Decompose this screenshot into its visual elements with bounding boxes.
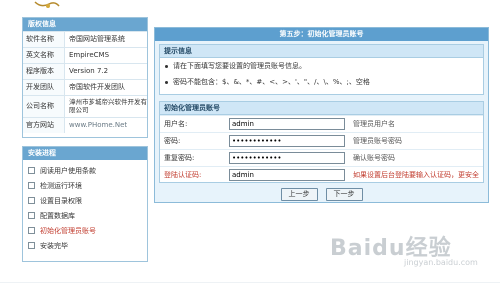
prev-step-button[interactable]: 上一步 (280, 188, 318, 201)
tips-title: 提示信息 (160, 45, 483, 58)
tip-item: 密码不能包含：$、&、*、#、<、>、'、"、/、\、%、;、空格 (160, 74, 483, 90)
bullet-icon (165, 80, 168, 84)
page-title: 第五步：初始化管理员账号 (155, 28, 488, 41)
step-item-current: 初始化管理员账号 (23, 223, 147, 238)
repeat-password-label: 重复密码: (164, 154, 195, 162)
tip-item: 请在下面填写您要设置的管理员账号信息。 (160, 58, 483, 74)
install-steps-box: 安装进程 阅读用户使用条款 检测运行环境 设置目录权限 配置数据库 初始化管理员… (22, 146, 148, 262)
repeat-password-hint: 确认账号密码 (353, 154, 395, 162)
repeat-password-input[interactable]: •••••••••••• (229, 152, 345, 164)
version-key: 英文名称 (23, 48, 65, 63)
version-key: 开发团队 (23, 80, 65, 95)
tips-panel: 提示信息 请在下面填写您要设置的管理员账号信息。 密码不能包含：$、&、*、#、… (159, 44, 484, 95)
version-row-english: 英文名称 EmpireCMS (23, 47, 147, 63)
checkbox-icon (28, 212, 35, 219)
step-label: 配置数据库 (40, 211, 75, 220)
step-item: 安装完毕 (23, 238, 147, 253)
auth-code-label: 登陆认证码: (164, 171, 202, 179)
step-label: 安装完毕 (40, 241, 68, 250)
button-bar: 上一步 下一步 (155, 188, 488, 201)
bullet-icon (165, 64, 168, 68)
watermark-url: jingyan.baidu.com (404, 258, 478, 267)
tip-text: 密码不能包含：$、&、*、#、<、>、'、"、/、\、%、;、空格 (173, 78, 370, 86)
website-link[interactable]: www.PHome.Net (65, 118, 147, 133)
checkbox-icon (28, 182, 35, 189)
version-info-box: 版权信息 软件名称 帝国网站管理系统 英文名称 EmpireCMS 程序版本 V… (22, 17, 148, 138)
username-label: 用户名: (164, 120, 188, 128)
form-row-username: 用户名: admin 管理员用户名 (160, 115, 483, 132)
version-row-version: 程序版本 Version 7.2 (23, 63, 147, 79)
step-label: 初始化管理员账号 (40, 226, 96, 235)
version-value: 漳州市芗城帝兴软件开发有限公司 (69, 98, 147, 114)
step-label: 阅读用户使用条款 (40, 166, 96, 175)
password-label: 密码: (164, 137, 181, 145)
divider (0, 282, 500, 283)
checkbox-icon (28, 197, 35, 204)
checkbox-icon (28, 242, 35, 249)
version-value: 帝国软件开发团队 (69, 83, 125, 91)
version-value: 帝国网站管理系统 (69, 35, 125, 43)
version-key: 公司名称 (23, 96, 65, 117)
version-row-website: 官方网站 www.PHome.Net (23, 117, 147, 133)
form-row-repeat-password: 重复密码: •••••••••••• 确认账号密码 (160, 149, 483, 166)
version-row-name: 软件名称 帝国网站管理系统 (23, 31, 147, 47)
checkbox-icon (28, 167, 35, 174)
step-item: 设置目录权限 (23, 193, 147, 208)
step-item: 配置数据库 (23, 208, 147, 223)
checkbox-icon (28, 227, 35, 234)
version-row-team: 开发团队 帝国软件开发团队 (23, 79, 147, 95)
username-hint: 管理员用户名 (353, 120, 395, 128)
version-row-company: 公司名称 漳州市芗城帝兴软件开发有限公司 (23, 95, 147, 117)
form-row-password: 密码: •••••••••••• 管理员账号密码 (160, 132, 483, 149)
step-item: 检测运行环境 (23, 178, 147, 193)
username-input[interactable]: admin (229, 118, 345, 130)
auth-code-input[interactable]: admin (229, 169, 345, 181)
version-key: 软件名称 (23, 32, 65, 47)
version-info-title: 版权信息 (23, 18, 147, 31)
next-step-button[interactable]: 下一步 (325, 188, 363, 201)
step-label: 检测运行环境 (40, 181, 82, 190)
version-key: 官方网站 (23, 118, 65, 133)
tip-text: 请在下面填写您要设置的管理员账号信息。 (173, 62, 306, 70)
version-value: Version 7.2 (69, 67, 109, 75)
install-steps-title: 安装进程 (23, 147, 147, 160)
password-hint: 管理员账号密码 (353, 137, 402, 145)
main-panel: 第五步：初始化管理员账号 提示信息 请在下面填写您要设置的管理员账号信息。 密码… (154, 27, 489, 203)
version-key: 程序版本 (23, 64, 65, 79)
password-input[interactable]: •••••••••••• (229, 135, 345, 147)
version-value: EmpireCMS (69, 51, 110, 59)
step-label: 设置目录权限 (40, 196, 82, 205)
auth-code-hint: 如果设置后台登陆要输入认证码，更安全 (353, 171, 479, 179)
form-title: 初始化管理员账号 (160, 102, 483, 115)
top-decoration-icon (34, 1, 60, 8)
step-item: 阅读用户使用条款 (23, 163, 147, 178)
baidu-watermark: Baidu经验 jingyan.baidu.com (330, 230, 480, 274)
form-row-auth-code: 登陆认证码: admin 如果设置后台登陆要输入认证码，更安全 (160, 166, 483, 183)
admin-form-panel: 初始化管理员账号 用户名: admin 管理员用户名 密码: •••••••••… (159, 101, 484, 183)
